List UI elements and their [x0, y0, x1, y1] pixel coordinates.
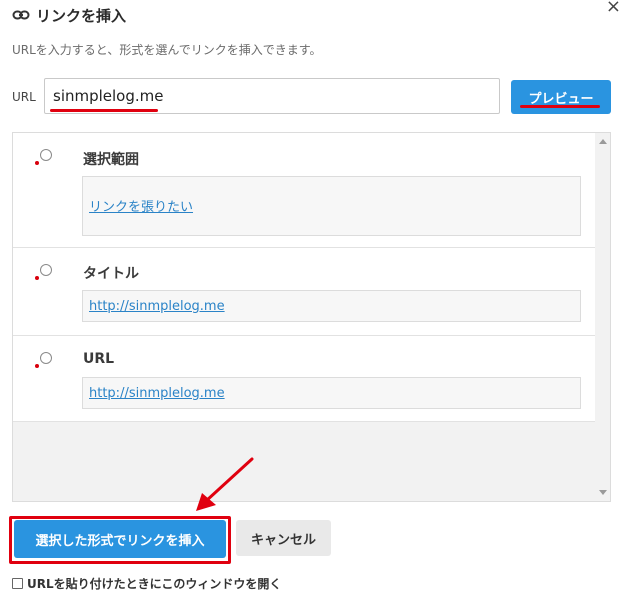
option-url-radio[interactable]	[40, 352, 52, 364]
preview-annotation-underline	[520, 105, 600, 108]
auto-open-checkbox[interactable]	[12, 578, 23, 589]
list-scrollbar[interactable]	[595, 133, 610, 501]
annotation-dot	[35, 364, 39, 368]
option-selection-preview: リンクを張りたい	[82, 176, 581, 236]
option-url-link[interactable]: http://sinmplelog.me	[89, 386, 225, 401]
url-annotation-underline	[50, 109, 158, 112]
option-title-link[interactable]: http://sinmplelog.me	[89, 299, 225, 314]
option-selection-label: 選択範囲	[83, 152, 139, 168]
option-title[interactable]: タイトル http://sinmplelog.me	[13, 248, 596, 336]
option-url[interactable]: URL http://sinmplelog.me	[13, 336, 596, 422]
dialog-description: URLを入力すると、形式を選んでリンクを挿入できます。	[12, 43, 322, 57]
dialog-title: リンクを挿入	[12, 4, 126, 26]
scroll-up-icon[interactable]	[599, 139, 607, 144]
dialog-title-text: リンクを挿入	[36, 6, 127, 25]
option-title-radio[interactable]	[40, 264, 52, 276]
preview-button[interactable]: プレビュー	[511, 80, 611, 114]
option-url-label: URL	[83, 351, 115, 367]
format-options-list: 選択範囲 リンクを張りたい タイトル http://sinmplelog.me …	[12, 132, 611, 502]
auto-open-label: URLを貼り付けたときにこのウィンドウを開く	[27, 577, 282, 591]
option-selection-link[interactable]: リンクを張りたい	[89, 196, 193, 215]
auto-open-option[interactable]: URLを貼り付けたときにこのウィンドウを開く	[12, 575, 281, 592]
annotation-dot	[35, 276, 39, 280]
scroll-down-icon[interactable]	[599, 490, 607, 495]
annotation-arrow	[196, 457, 254, 511]
option-title-preview: http://sinmplelog.me	[82, 290, 581, 322]
annotation-dot	[35, 161, 39, 165]
link-icon	[12, 9, 30, 21]
option-selection-radio[interactable]	[40, 149, 52, 161]
close-icon[interactable]: ×	[606, 0, 621, 17]
option-selection[interactable]: 選択範囲 リンクを張りたい	[13, 133, 596, 248]
option-url-preview: http://sinmplelog.me	[82, 377, 581, 409]
insert-link-button[interactable]: 選択した形式でリンクを挿入	[14, 520, 226, 558]
option-title-label: タイトル	[83, 266, 139, 282]
cancel-button[interactable]: キャンセル	[236, 520, 331, 556]
url-label: URL	[12, 90, 36, 104]
